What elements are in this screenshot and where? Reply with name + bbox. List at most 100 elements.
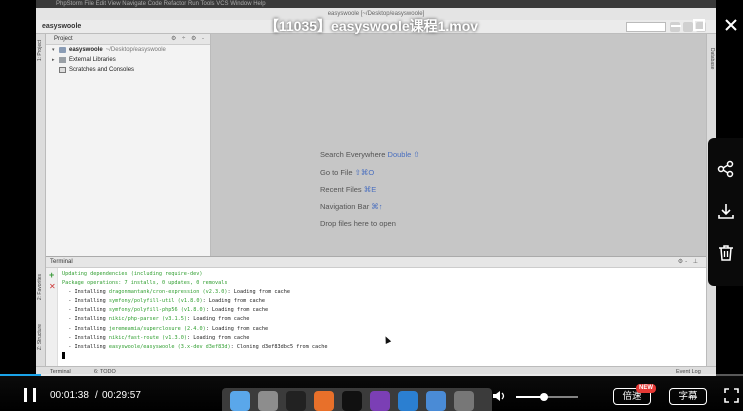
terminal-line-post: : Loading from cache bbox=[202, 298, 266, 305]
terminal-line: - Installing jeremeamia/superclosure (2.… bbox=[62, 325, 328, 334]
terminal-line-pkg: nikic/fast-route bbox=[108, 334, 159, 341]
terminal-icon bbox=[286, 391, 306, 411]
terminal-line-text: Updating dependencies (including require… bbox=[62, 271, 203, 277]
hint-drop-files: Drop files here to open bbox=[320, 219, 396, 228]
tree-item-root[interactable]: ▾ easyswoole ~/Desktop/easyswoole bbox=[46, 45, 210, 55]
terminal-line: - Installing easyswoole/easyswoole (3.x-… bbox=[62, 343, 328, 352]
terminal-line-text: Package operations: 7 installs, 0 update… bbox=[62, 280, 228, 287]
time-separator: / bbox=[95, 390, 98, 401]
minimize-icon[interactable] bbox=[670, 20, 682, 32]
terminal-title: Terminal bbox=[50, 259, 73, 265]
volume-slider[interactable] bbox=[516, 393, 578, 401]
terminal-line: - Installing nikic/fast-route (v1.3.0): … bbox=[62, 334, 328, 343]
tab-project[interactable]: 1: Project bbox=[37, 40, 43, 61]
project-header-label[interactable]: Project bbox=[54, 36, 73, 42]
subtitle-button[interactable]: 字幕 bbox=[669, 388, 707, 405]
new-badge: NEW bbox=[636, 384, 656, 393]
terminal-line-post: : Loading from cache bbox=[205, 307, 269, 314]
terminal-line-ver: (3.x-dev d3ef83d) bbox=[174, 343, 231, 350]
qq-icon bbox=[342, 391, 362, 411]
terminal-line: - Installing symfony/polyfill-util (v1.8… bbox=[62, 297, 328, 306]
tab-favorites[interactable]: 2: Favorites bbox=[37, 274, 43, 300]
terminal-output[interactable]: Updating dependencies (including require… bbox=[62, 270, 328, 361]
hint-search-everywhere: Search Everywhere Double ⇧ bbox=[320, 150, 420, 159]
firefox-icon bbox=[314, 391, 334, 411]
hint-recent-files: Recent Files ⌘E bbox=[320, 185, 377, 194]
video-title: 【11035】easyswoole课程1.mov bbox=[264, 18, 479, 34]
terminal-line-pre: - Installing bbox=[62, 325, 109, 332]
library-icon bbox=[59, 57, 66, 63]
terminal-header: Terminal ⚙- ⊥ bbox=[46, 257, 706, 268]
macos-dock bbox=[222, 388, 492, 411]
tree-item-path: ~/Desktop/easyswoole bbox=[105, 47, 166, 53]
volume-icon[interactable] bbox=[492, 390, 506, 402]
video-frame[interactable]: PhpStorm File Edit View Navigate Code Re… bbox=[0, 0, 743, 411]
terminal-line-ver: (v2.3.0) bbox=[199, 289, 228, 296]
ide-window: PhpStorm File Edit View Navigate Code Re… bbox=[36, 0, 716, 376]
delete-icon[interactable] bbox=[717, 244, 735, 262]
trash-icon bbox=[454, 391, 474, 411]
tree-item-libraries[interactable]: ▸ External Libraries bbox=[46, 55, 210, 65]
terminal-line-pkg: jeremeamia/superclosure bbox=[108, 325, 181, 332]
tree-item-scratches[interactable]: Scratches and Consoles bbox=[46, 65, 210, 75]
terminal-line-pre: - Installing bbox=[62, 343, 109, 350]
editor-area[interactable]: Search Everywhere Double ⇧ Go to File ⇧⌘… bbox=[211, 34, 706, 256]
left-tool-stripe: 1: Project 2: Favorites Z: Structure bbox=[36, 34, 46, 366]
tab-database[interactable]: Database bbox=[709, 48, 715, 69]
text-cursor-icon bbox=[62, 351, 65, 359]
terminal-line-ver: (v1.8.0) bbox=[174, 298, 203, 305]
chevron-right-icon[interactable]: ▸ bbox=[52, 55, 59, 65]
terminal-line-post: : Loading from cache bbox=[227, 289, 291, 296]
terminal-line-pre: - Installing bbox=[62, 298, 109, 305]
close-terminal-icon[interactable]: ✕ bbox=[49, 283, 56, 291]
fullscreen-icon[interactable] bbox=[724, 388, 739, 403]
terminal-sidebar: + ✕ bbox=[46, 268, 58, 367]
close-icon[interactable] bbox=[725, 19, 737, 31]
tree-item-label: External Libraries bbox=[69, 57, 116, 63]
tab-structure[interactable]: Z: Structure bbox=[37, 324, 43, 350]
side-action-panel bbox=[708, 138, 743, 286]
time-total: 00:29:57 bbox=[102, 390, 141, 401]
hint-navigation-bar: Navigation Bar ⌘↑ bbox=[320, 202, 383, 211]
launchpad-icon bbox=[258, 391, 278, 411]
volume-knob[interactable] bbox=[539, 393, 548, 401]
play-icon[interactable] bbox=[22, 387, 38, 403]
maximize-icon[interactable] bbox=[693, 19, 705, 31]
tree-item-label: Scratches and Consoles bbox=[69, 67, 135, 73]
terminal-line: - Installing symfony/polyfill-php56 (v1.… bbox=[62, 306, 328, 315]
terminal-line-post: : Loading from cache bbox=[186, 316, 250, 323]
menubar: PhpStorm File Edit View Navigate Code Re… bbox=[36, 0, 716, 8]
terminal-line-ver: (v3.1.5) bbox=[158, 316, 187, 323]
hint-go-to-file: Go to File ⇧⌘O bbox=[320, 168, 375, 177]
terminal-tools[interactable]: ⚙- ⊥ bbox=[678, 257, 700, 268]
terminal-line-ver: (v1.3.0) bbox=[158, 334, 187, 341]
finder-icon bbox=[230, 391, 250, 411]
terminal-line-pkg: easyswoole/easyswoole bbox=[108, 343, 175, 350]
terminal-line-pkg: symfony/polyfill-util bbox=[108, 298, 175, 305]
terminal-line: Updating dependencies (including require… bbox=[62, 270, 328, 279]
terminal-panel[interactable]: Terminal ⚙- ⊥ + ✕ Updating dependencies … bbox=[46, 256, 706, 367]
terminal-prompt[interactable] bbox=[62, 351, 328, 361]
folder-icon bbox=[426, 391, 446, 411]
terminal-line-ver: (2.4.0) bbox=[180, 325, 206, 332]
terminal-line-ver: (v1.8.0) bbox=[177, 307, 206, 314]
terminal-line: - Installing dragonmantank/cron-expressi… bbox=[62, 288, 328, 297]
download-icon[interactable] bbox=[717, 202, 735, 220]
time-current: 00:01:38 bbox=[50, 390, 89, 401]
player-controls: 00:01:38 / 00:29:57 倍速 NEW 字幕 bbox=[0, 376, 743, 411]
terminal-line-post: : Loading from cache bbox=[205, 325, 269, 332]
add-terminal-icon[interactable]: + bbox=[49, 271, 54, 280]
project-panel: Project ⚙ ÷ ⚙ - ▾ easyswoole ~/Desktop/e… bbox=[46, 34, 211, 256]
terminal-line-post: : Loading from cache bbox=[186, 334, 250, 341]
terminal-line-pre: - Installing bbox=[62, 307, 109, 314]
terminal-line-pre: - Installing bbox=[62, 334, 109, 341]
chevron-down-icon[interactable]: ▾ bbox=[52, 45, 59, 55]
terminal-line-pkg: nikic/php-parser bbox=[108, 316, 159, 323]
share-icon[interactable] bbox=[717, 160, 735, 178]
tree-item-label: easyswoole bbox=[69, 47, 103, 53]
phpstorm-icon bbox=[370, 391, 390, 411]
terminal-line: Package operations: 7 installs, 0 update… bbox=[62, 279, 328, 288]
terminal-line-post: : Cloning d3ef83dbc5 from cache bbox=[230, 343, 328, 350]
folder-icon bbox=[59, 47, 66, 53]
terminal-line-pre: - Installing bbox=[62, 316, 109, 323]
